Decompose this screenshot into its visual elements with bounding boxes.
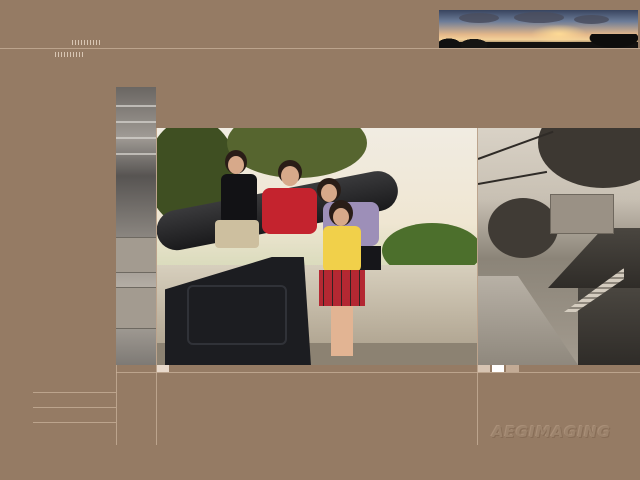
tree-branch — [478, 170, 548, 185]
stone-block — [116, 287, 156, 329]
roof-beam — [116, 153, 156, 155]
shirt-yellow — [323, 226, 361, 272]
swatch-right-3 — [506, 365, 519, 372]
tree-canopy — [538, 128, 640, 188]
person-boy — [215, 150, 265, 300]
face — [281, 166, 299, 186]
person-man — [262, 160, 317, 240]
person-girl — [319, 200, 365, 365]
stone-block — [116, 237, 156, 273]
margin-line-3 — [33, 422, 116, 423]
sunset-panorama-photo — [439, 10, 638, 48]
cloud-shape — [574, 15, 609, 24]
tick-marks-upper — [72, 40, 102, 45]
roof-beam — [116, 105, 156, 107]
shirt-black — [221, 174, 257, 224]
photo-bottom-guide-line — [116, 372, 640, 373]
margin-line-2 — [33, 407, 116, 408]
roof-beam — [116, 121, 156, 123]
tree-canopy — [488, 198, 558, 258]
cloud-shape — [514, 12, 564, 23]
face — [333, 208, 349, 226]
swatch-main-left — [157, 365, 169, 372]
brick-path — [478, 276, 578, 365]
top-guide-line — [0, 48, 640, 49]
margin-line-1 — [33, 392, 116, 393]
left-strip-photo — [116, 87, 156, 365]
legs — [331, 306, 353, 356]
skirt-plaid — [319, 270, 365, 306]
roof-beam — [116, 137, 156, 139]
grass-embankment — [548, 228, 640, 288]
tick-marks-lower — [55, 52, 85, 57]
shorts-khaki — [215, 220, 259, 248]
fortress-path-photo — [478, 128, 640, 365]
tree-silhouette — [439, 34, 638, 48]
cloud-shape — [459, 13, 499, 23]
swatch-right-1 — [478, 365, 490, 372]
fortress-gate — [550, 194, 614, 234]
face — [228, 156, 244, 174]
shirt-red — [262, 188, 317, 234]
watermark-text: AEGIMAGING — [492, 423, 612, 441]
swatch-right-2 — [492, 365, 504, 372]
family-cannon-photo — [157, 128, 477, 365]
